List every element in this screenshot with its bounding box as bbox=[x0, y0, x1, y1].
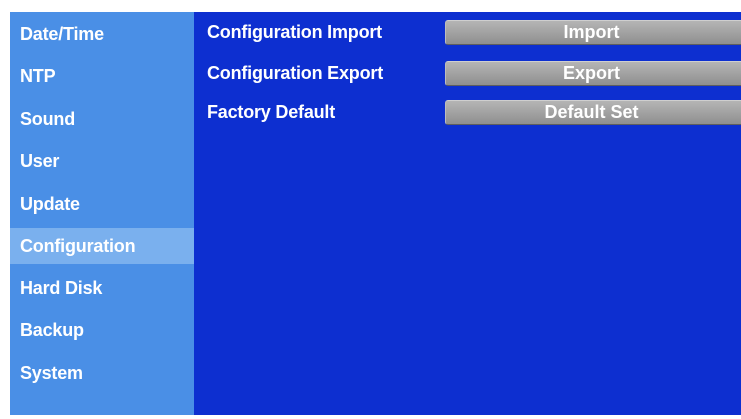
configuration-export-label: Configuration Export bbox=[207, 63, 383, 83]
sidebar-item-update[interactable]: Update bbox=[10, 186, 194, 222]
sidebar-item-ntp[interactable]: NTP bbox=[10, 58, 194, 94]
configuration-import-row: Configuration Import Import bbox=[194, 17, 741, 47]
sidebar-item-system[interactable]: System bbox=[10, 355, 194, 391]
settings-screen: Date/Time NTP Sound User Update Configur… bbox=[0, 0, 741, 419]
factory-default-row: Factory Default Default Set bbox=[194, 97, 741, 127]
import-button[interactable]: Import bbox=[445, 20, 741, 45]
sidebar-item-date-time[interactable]: Date/Time bbox=[10, 16, 194, 52]
sidebar-menu: Date/Time NTP Sound User Update Configur… bbox=[10, 12, 194, 415]
configuration-export-row: Configuration Export Export bbox=[194, 58, 741, 88]
default-set-button[interactable]: Default Set bbox=[445, 100, 741, 125]
sidebar-item-hard-disk[interactable]: Hard Disk bbox=[10, 270, 194, 306]
configuration-import-label: Configuration Import bbox=[207, 22, 382, 42]
sidebar-item-backup[interactable]: Backup bbox=[10, 312, 194, 348]
configuration-panel: Configuration Import Import Configuratio… bbox=[194, 12, 741, 415]
sidebar-item-sound[interactable]: Sound bbox=[10, 101, 194, 137]
sidebar-item-configuration[interactable]: Configuration bbox=[10, 228, 194, 264]
export-button[interactable]: Export bbox=[445, 61, 741, 86]
factory-default-label: Factory Default bbox=[207, 102, 336, 122]
sidebar-item-user[interactable]: User bbox=[10, 143, 194, 179]
